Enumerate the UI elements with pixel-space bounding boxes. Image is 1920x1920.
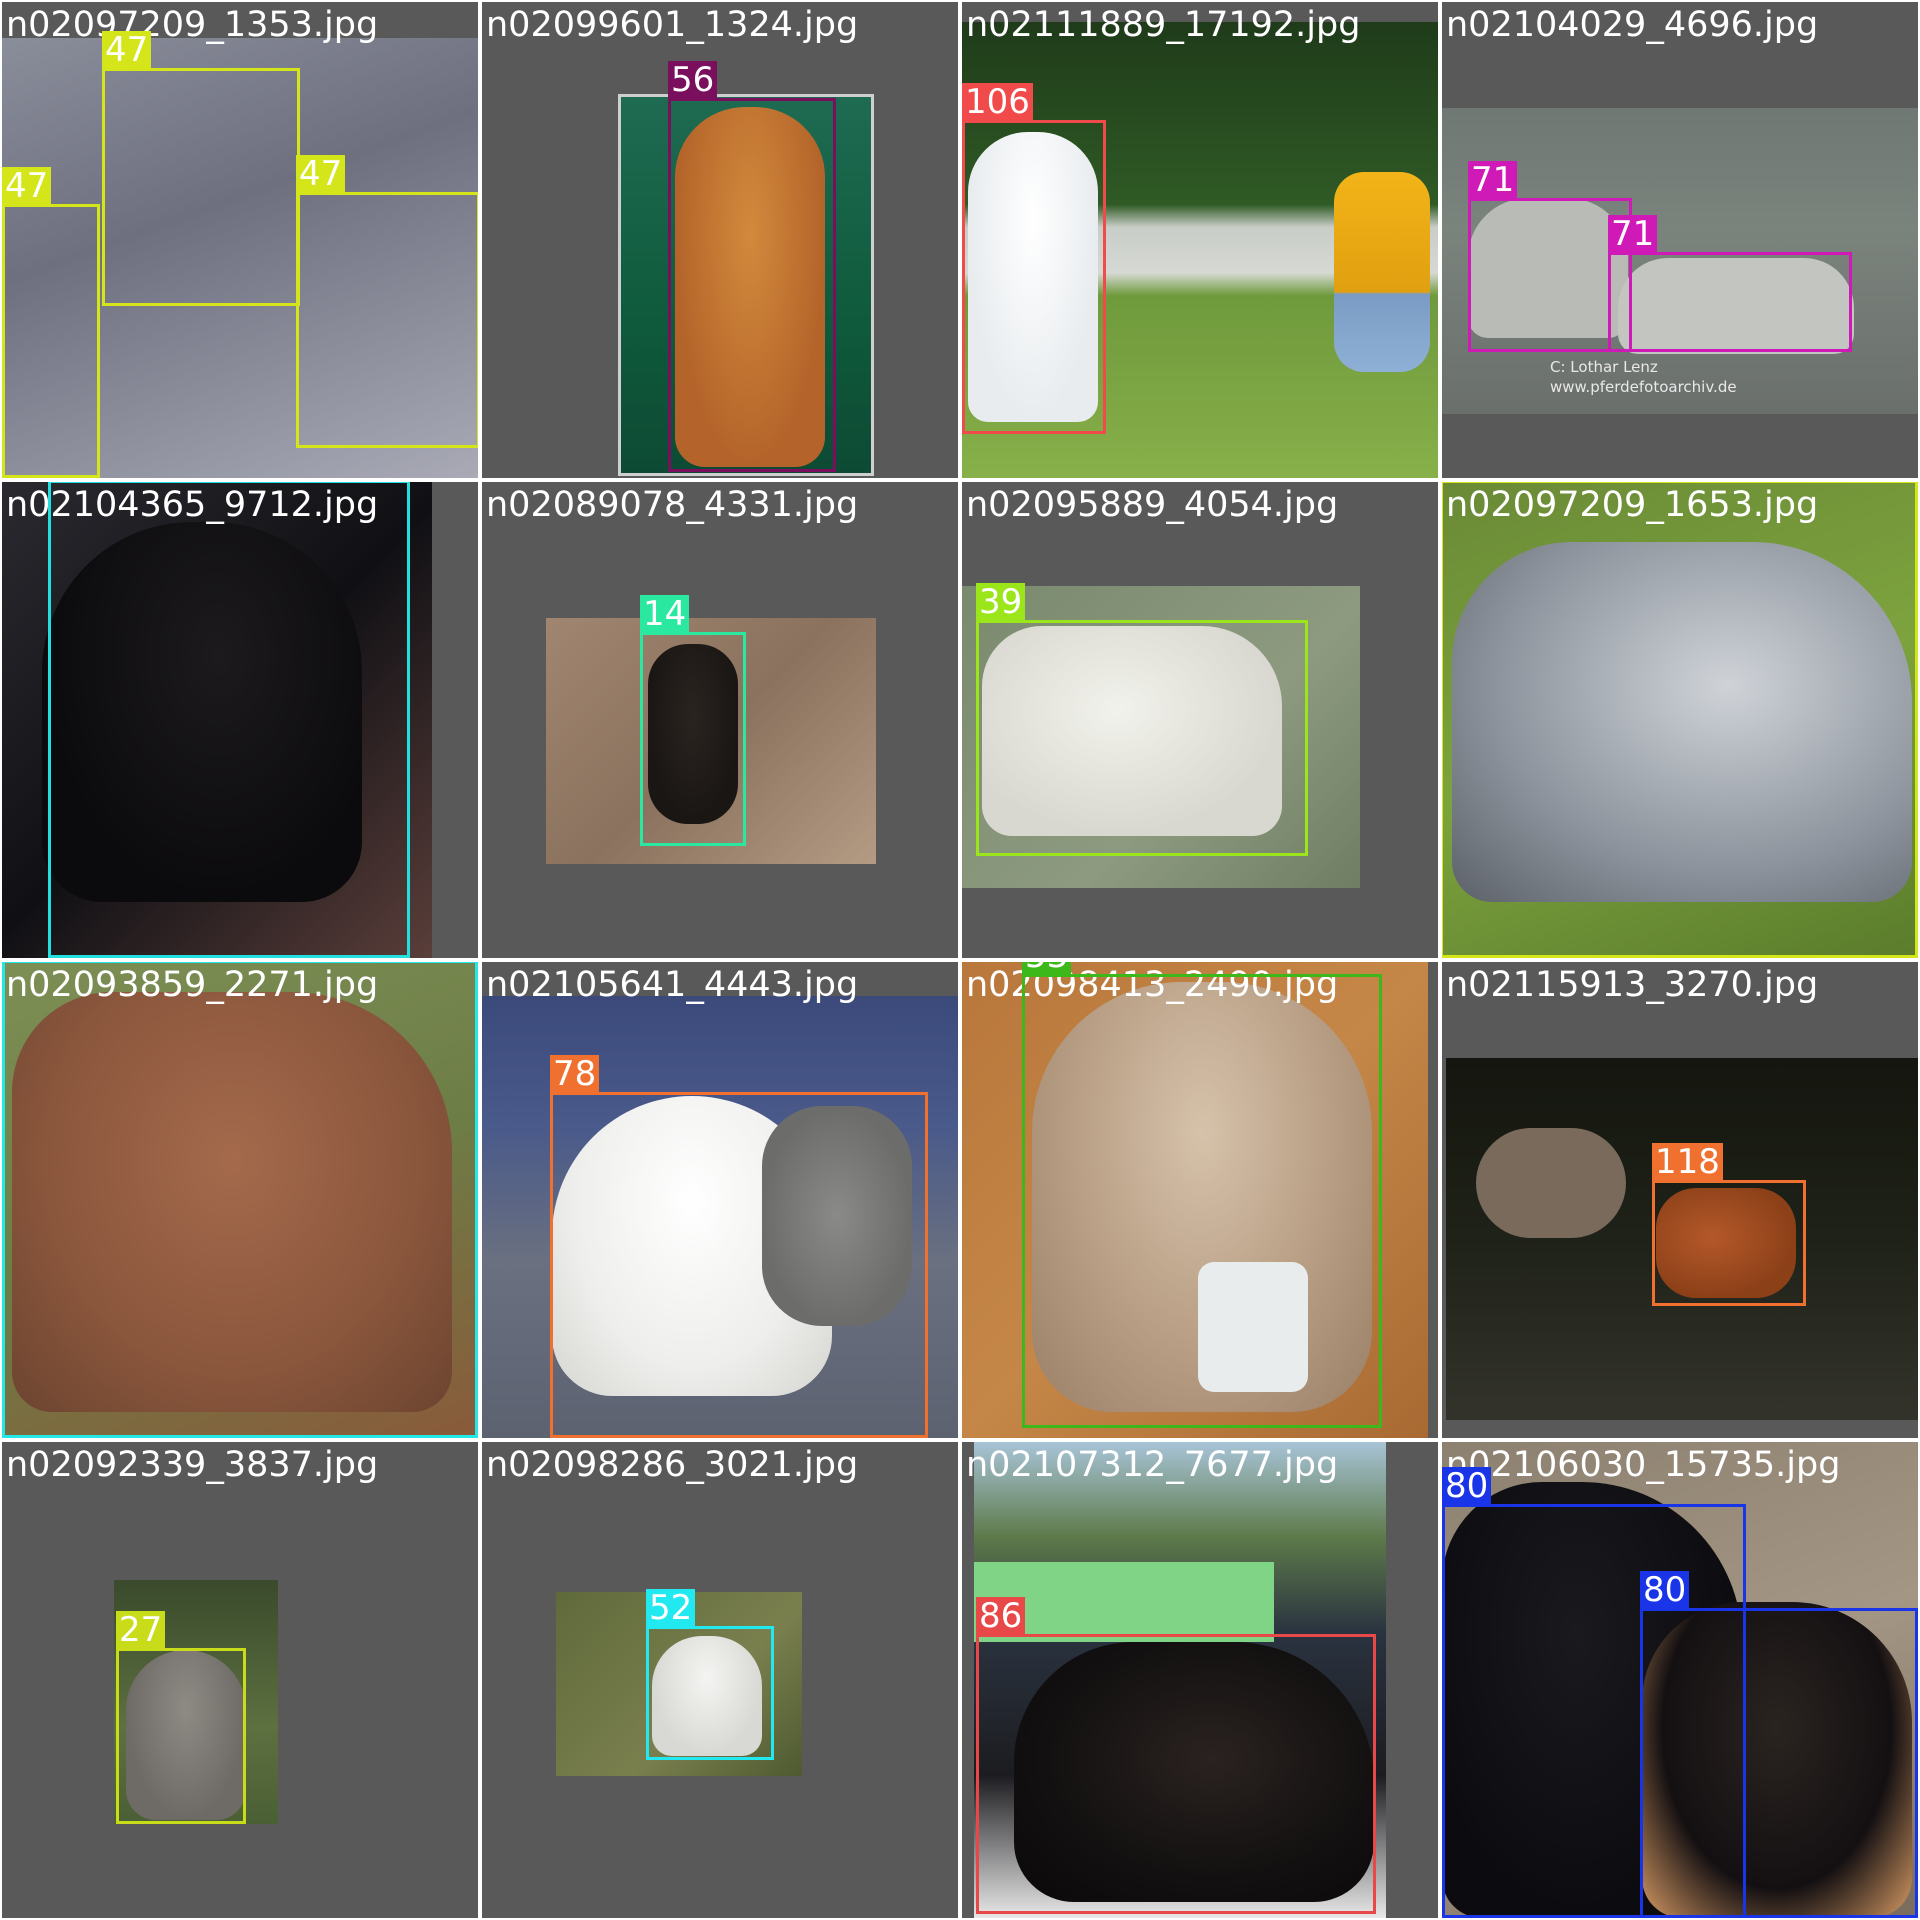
class-label: 14 (640, 595, 690, 633)
class-label: 71 (1468, 161, 1518, 199)
image-filename: n02106030_15735.jpg (1446, 1445, 1841, 1485)
bounding-box[interactable]: 39 (976, 583, 1308, 856)
image-tile[interactable]: n02098413_2490.jpg 53 (962, 962, 1438, 1438)
class-label: 47 (2, 167, 52, 205)
image-filename: n02089078_4331.jpg (486, 485, 859, 525)
class-label: 39 (976, 583, 1026, 621)
image-filename: n02098286_3021.jpg (486, 1445, 859, 1485)
image-tile[interactable]: n02111889_17192.jpg 106 (962, 2, 1438, 478)
bounding-box[interactable]: 47 (2, 167, 100, 478)
bounding-box[interactable]: 52 (646, 1589, 774, 1760)
image-tile[interactable]: n02097209_1353.jpg 47 47 47 (2, 2, 478, 478)
bounding-box[interactable]: 32 (2, 962, 478, 1438)
image-filename: n02104029_4696.jpg (1446, 5, 1819, 45)
bounding-box[interactable]: 56 (668, 61, 836, 472)
image-tile[interactable]: n02106030_15735.jpg 80 80 (1442, 1442, 1918, 1918)
class-label: 56 (668, 61, 718, 99)
class-label: 71 (1608, 215, 1658, 253)
detection-mosaic: n02097209_1353.jpg 47 47 47 n02099601_13… (0, 0, 1920, 1920)
watermark-line-2: www.pferdefotoarchiv.de (1550, 378, 1737, 396)
bounding-box[interactable]: 118 (1652, 1143, 1806, 1306)
image-tile[interactable]: n02092339_3837.jpg 27 (2, 1442, 478, 1918)
image-filename: n02092339_3837.jpg (6, 1445, 379, 1485)
image-filename: n02095889_4054.jpg (966, 485, 1339, 525)
bounding-box[interactable]: 53 (1022, 962, 1382, 1428)
class-label: 27 (116, 1611, 166, 1649)
image-filename: n02115913_3270.jpg (1446, 965, 1819, 1005)
image-filename: n02097209_1353.jpg (6, 5, 379, 45)
bounding-box[interactable]: 78 (550, 1055, 928, 1438)
class-label: 86 (976, 1597, 1026, 1635)
image-filename: n02105641_4443.jpg (486, 965, 859, 1005)
image-tile[interactable]: n02095889_4054.jpg 39 (962, 482, 1438, 958)
bounding-box[interactable]: 106 (962, 83, 1106, 434)
bounding-box[interactable]: 72 (48, 482, 410, 958)
bounding-box[interactable]: 27 (116, 1611, 246, 1824)
bounding-box[interactable]: 47 (296, 155, 478, 448)
class-label: 80 (1442, 1467, 1492, 1505)
image-tile[interactable]: n02093859_2271.jpg 32 (2, 962, 478, 1438)
image-tile[interactable]: n02105641_4443.jpg 78 (482, 962, 958, 1438)
class-label: 78 (550, 1055, 600, 1093)
class-label: 53 (1022, 962, 1072, 975)
bounding-box[interactable]: 47 (1442, 482, 1918, 958)
class-label: 52 (646, 1589, 696, 1627)
image-tile[interactable]: n02107312_7677.jpg 86 (962, 1442, 1438, 1918)
bounding-box[interactable]: 47 (102, 31, 300, 306)
watermark-line-1: C: Lothar Lenz (1550, 358, 1658, 376)
image-tile[interactable]: n02098286_3021.jpg 52 (482, 1442, 958, 1918)
class-label: 118 (1652, 1143, 1723, 1181)
image-tile[interactable]: n02104365_9712.jpg 72 (2, 482, 478, 958)
image-filename: n02099601_1324.jpg (486, 5, 859, 45)
image-tile[interactable]: n02115913_3270.jpg 118 (1442, 962, 1918, 1438)
image-filename: n02111889_17192.jpg (966, 5, 1361, 45)
bounding-box[interactable]: 80 (1640, 1571, 1918, 1918)
image-tile[interactable]: n02099601_1324.jpg 56 (482, 2, 958, 478)
image-tile[interactable]: C: Lothar Lenz www.pferdefotoarchiv.de n… (1442, 2, 1918, 478)
class-label: 47 (296, 155, 346, 193)
bounding-box[interactable]: 86 (976, 1597, 1376, 1914)
image-tile[interactable]: n02097209_1653.jpg 47 (1442, 482, 1918, 958)
image-tile[interactable]: n02089078_4331.jpg 14 (482, 482, 958, 958)
class-label: 47 (102, 31, 152, 69)
bounding-box[interactable]: 14 (640, 595, 746, 846)
image-filename: n02107312_7677.jpg (966, 1445, 1339, 1485)
bounding-box[interactable]: 71 (1608, 215, 1852, 352)
class-label: 80 (1640, 1571, 1690, 1609)
class-label: 106 (962, 83, 1033, 121)
